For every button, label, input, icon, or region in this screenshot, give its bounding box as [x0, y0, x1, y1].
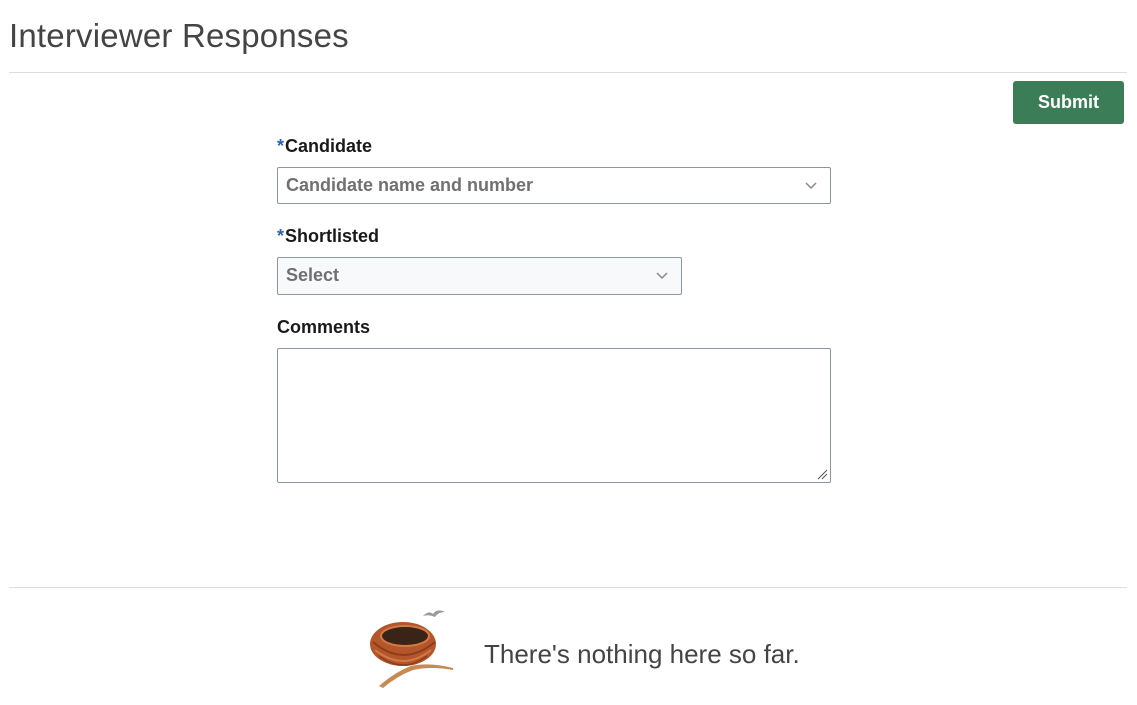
comments-label: Comments: [277, 317, 371, 337]
empty-nest-icon: [370, 610, 453, 688]
submit-button[interactable]: Submit: [1013, 81, 1124, 124]
candidate-label: *Candidate: [277, 136, 372, 157]
chevron-down-icon: [805, 182, 817, 190]
candidate-select-placeholder: Candidate name and number: [286, 175, 534, 195]
resize-grip-icon[interactable]: [816, 468, 828, 480]
comments-textarea[interactable]: [277, 348, 831, 483]
shortlisted-label-text: Shortlisted: [285, 226, 380, 246]
candidate-select[interactable]: Candidate name and number: [277, 167, 831, 204]
required-marker: *: [277, 136, 285, 156]
chevron-down-icon: [656, 272, 668, 280]
required-marker: *: [277, 226, 285, 246]
empty-state-message: There's nothing here so far.: [484, 639, 800, 669]
shortlisted-select[interactable]: Select: [277, 257, 682, 295]
shortlisted-select-placeholder: Select: [286, 265, 340, 285]
section-divider: [9, 587, 1127, 588]
page-title: Interviewer Responses: [9, 17, 349, 54]
shortlisted-label: *Shortlisted: [277, 226, 379, 247]
interviewer-responses-page: Interviewer Responses Submit *Candidate …: [0, 0, 1137, 705]
candidate-label-text: Candidate: [285, 136, 373, 156]
